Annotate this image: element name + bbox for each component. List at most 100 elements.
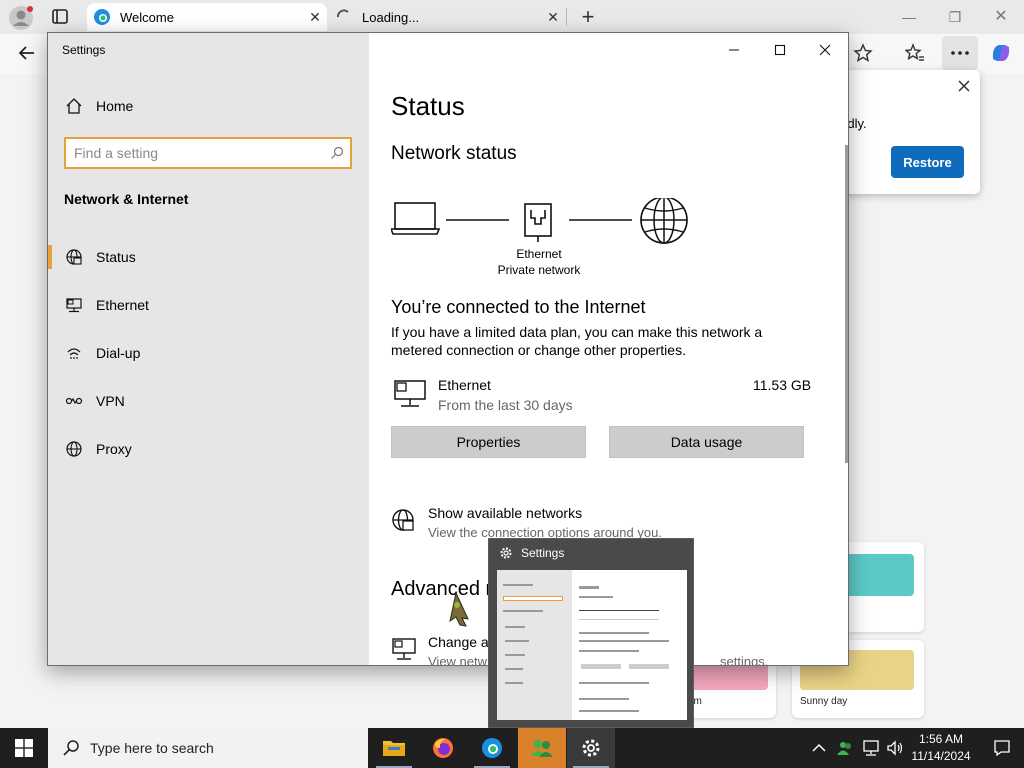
tab-loading[interactable]: Loading... ✕	[329, 3, 565, 31]
change-adapter-link[interactable]: Change ad	[428, 634, 497, 650]
tab-actions-icon[interactable]	[50, 8, 70, 26]
browser-tab-bar: Welcome ✕ Loading... ✕ + — ❐ ✕	[0, 0, 1024, 34]
loading-spinner-icon	[337, 9, 349, 18]
edge-icon	[94, 9, 110, 25]
settings-sidebar: Settings Home Network & Internet Status …	[48, 33, 369, 665]
taskbar-thumbnail-preview[interactable]: Settings	[488, 538, 694, 728]
home-icon	[66, 98, 82, 114]
profile-avatar[interactable]	[8, 5, 34, 31]
close-icon[interactable]	[811, 39, 839, 61]
search-icon	[63, 740, 79, 756]
sidebar-item-vpn[interactable]: VPN	[48, 380, 369, 422]
taskbar-search-placeholder: Type here to search	[90, 740, 214, 756]
notification-center-icon[interactable]	[980, 728, 1024, 768]
sidebar-item-label: Status	[96, 249, 136, 265]
card-label: Sunny day	[800, 696, 848, 707]
favorite-star-icon[interactable]	[848, 38, 878, 68]
restore-button[interactable]: Restore	[891, 146, 964, 178]
globe-icon	[66, 441, 82, 457]
restore-pages-popup: ctedly. Restore	[828, 70, 980, 194]
system-tray	[812, 728, 904, 768]
edge-browser-icon[interactable]	[468, 728, 516, 768]
maximize-icon[interactable]: ❐	[940, 6, 970, 28]
window-title: Settings	[62, 43, 106, 57]
chevron-up-icon[interactable]	[812, 743, 826, 753]
globe-status-icon	[66, 249, 82, 265]
sidebar-item-home[interactable]: Home	[48, 85, 369, 127]
ethernet-jack-icon	[524, 203, 552, 242]
thumbnail-image	[497, 570, 687, 720]
ethernet-name: Ethernet	[438, 377, 491, 393]
settings-gear-icon[interactable]	[567, 728, 615, 768]
settings-window: Settings Home Network & Internet Status …	[47, 32, 849, 666]
taskbar-search-box[interactable]: Type here to search	[48, 728, 368, 768]
network-icon[interactable]	[862, 739, 880, 757]
search-icon	[331, 146, 344, 159]
network-status-heading: Network status	[391, 143, 517, 164]
new-tab-button[interactable]: +	[576, 3, 600, 31]
change-adapter-description-tail: settings.	[720, 654, 769, 666]
busy-cursor-icon	[449, 591, 469, 627]
file-explorer-icon[interactable]	[370, 728, 418, 768]
adapter-options-icon	[392, 638, 416, 660]
favorites-icon[interactable]	[900, 38, 930, 68]
thumbnail-title: Settings	[521, 546, 565, 560]
more-options-icon[interactable]	[942, 36, 978, 70]
sidebar-item-dial-up[interactable]: Dial-up	[48, 332, 369, 374]
minimize-icon[interactable]: —	[894, 6, 924, 28]
back-arrow-icon[interactable]	[12, 38, 42, 68]
page-title: Status	[391, 91, 465, 121]
sidebar-item-proxy[interactable]: Proxy	[48, 428, 369, 470]
sidebar-item-label: Home	[96, 98, 134, 114]
close-icon[interactable]	[956, 78, 972, 94]
search-box[interactable]	[64, 137, 352, 169]
dialup-icon	[67, 348, 81, 359]
sidebar-item-label: Ethernet	[96, 297, 149, 313]
start-button[interactable]	[0, 728, 48, 768]
windows-logo-icon	[15, 739, 33, 757]
change-adapter-description: View netw	[428, 654, 488, 666]
connection-status-description: If you have a limited data plan, you can…	[391, 324, 763, 358]
ethernet-icon	[394, 380, 426, 407]
sidebar-item-ethernet[interactable]: Ethernet	[48, 284, 369, 326]
taskbar: Type here to search 1:56 AM 11/14/2024	[0, 728, 1024, 768]
tab-title: Welcome	[120, 9, 174, 25]
firefox-icon[interactable]	[419, 728, 467, 768]
section-title: Network & Internet	[64, 191, 189, 207]
maximize-icon[interactable]	[766, 39, 794, 61]
scrollbar[interactable]	[845, 145, 848, 463]
ethernet-usage-period: From the last 30 days	[438, 397, 573, 413]
tab-title: Loading...	[362, 9, 420, 25]
laptop-icon	[391, 202, 441, 235]
taskbar-clock[interactable]: 1:56 AM 11/14/2024	[905, 731, 977, 765]
tab-close-button[interactable]: ✕	[541, 9, 565, 26]
people-tray-icon[interactable]	[836, 739, 854, 757]
clock-time: 1:56 AM	[918, 732, 964, 746]
sidebar-item-label: Dial-up	[96, 345, 141, 361]
close-icon[interactable]: ✕	[986, 6, 1016, 28]
search-input[interactable]	[74, 145, 314, 161]
internet-globe-icon	[640, 198, 688, 244]
clock-date: 11/14/2024	[911, 749, 971, 763]
vpn-icon	[65, 397, 83, 405]
app-people-icon[interactable]	[518, 728, 566, 768]
connection-status-heading: You’re connected to the Internet	[391, 297, 646, 317]
tab-close-button[interactable]: ✕	[303, 9, 327, 26]
show-networks-icon	[392, 509, 414, 531]
show-networks-link[interactable]: Show available networks	[428, 505, 582, 521]
sidebar-item-status[interactable]: Status	[48, 236, 369, 278]
sidebar-item-label: VPN	[96, 393, 125, 409]
copilot-icon[interactable]	[986, 38, 1016, 68]
minimize-icon[interactable]	[720, 39, 748, 61]
thumbnail-header: Settings	[499, 546, 564, 560]
volume-icon[interactable]	[886, 739, 904, 757]
sidebar-item-label: Proxy	[96, 441, 132, 457]
network-profile-label: Private network	[497, 263, 581, 277]
tab-separator	[566, 8, 567, 26]
connection-type-label: Ethernet	[516, 247, 562, 261]
properties-button[interactable]: Properties	[391, 426, 586, 458]
ethernet-data-usage: 11.53 GB	[753, 377, 812, 393]
advanced-settings-heading: Advanced n	[391, 578, 497, 600]
data-usage-button[interactable]: Data usage	[609, 426, 804, 458]
tab-welcome[interactable]: Welcome ✕	[87, 3, 327, 31]
